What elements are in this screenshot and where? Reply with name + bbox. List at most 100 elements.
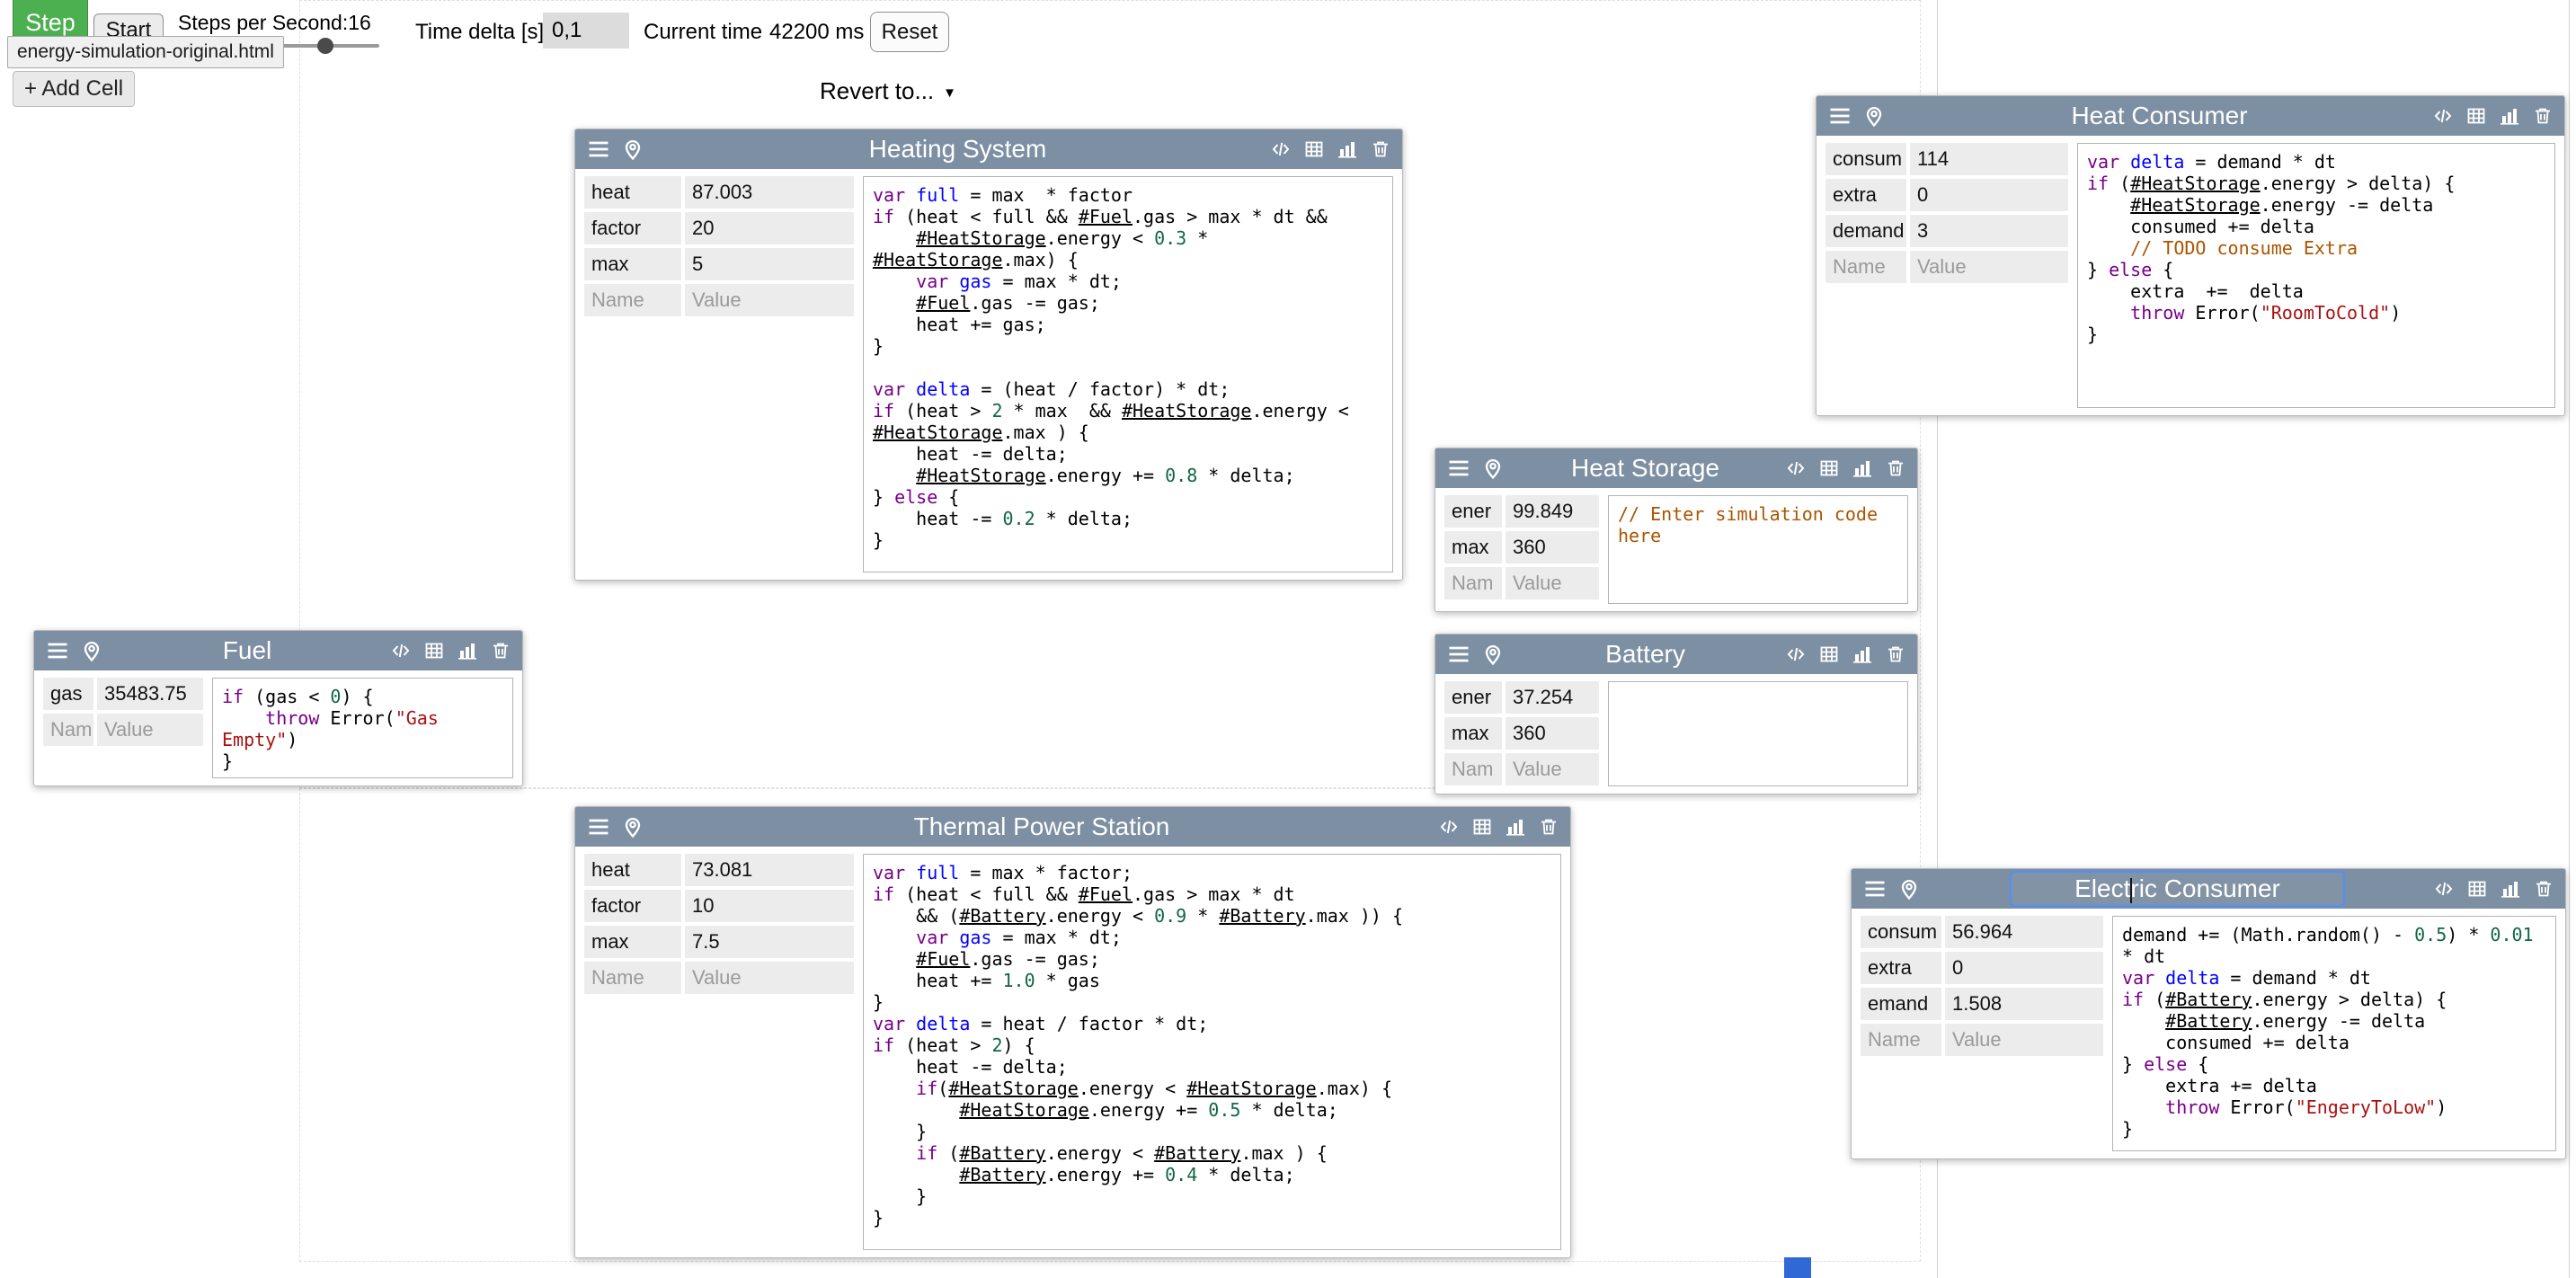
menu-icon[interactable] [1446, 456, 1471, 481]
property-name-input[interactable]: demand [1825, 215, 1906, 247]
table-icon[interactable] [1818, 643, 1840, 665]
table-icon[interactable] [1818, 457, 1840, 479]
property-name-input[interactable]: Name [584, 962, 681, 994]
property-name-input[interactable]: extra [1861, 952, 1941, 984]
property-name-input[interactable]: factor [584, 890, 681, 922]
property-value-input[interactable]: Value [1506, 753, 1599, 785]
table-icon[interactable] [423, 640, 445, 661]
property-value-input[interactable]: 10 [685, 890, 854, 922]
property-name-input[interactable]: Name [1861, 1024, 1941, 1056]
card-title[interactable]: Battery [1515, 636, 1776, 672]
code-icon[interactable] [1785, 457, 1807, 479]
property-value-input[interactable]: 87.003 [685, 176, 854, 209]
property-name-input[interactable]: extra [1825, 179, 1906, 211]
code-editor[interactable]: var delta = demand * dtif (#HeatStorage.… [2077, 143, 2555, 408]
property-value-input[interactable]: Value [685, 962, 854, 994]
card-header[interactable]: Thermal Power Station [575, 807, 1570, 847]
card-header[interactable]: Heat Consumer [1817, 96, 2564, 136]
property-value-input[interactable]: Value [97, 714, 203, 746]
property-name-input[interactable]: factor [584, 212, 681, 244]
property-value-input[interactable]: 360 [1506, 531, 1599, 564]
property-value-input[interactable]: 7.5 [685, 926, 854, 958]
card-title[interactable]: Heat Consumer [1896, 98, 2423, 134]
property-value-input[interactable]: 3 [1910, 215, 2068, 247]
pin-icon[interactable] [1861, 103, 1887, 129]
card-title[interactable]: Electric Consumer [1931, 871, 2424, 907]
code-editor[interactable] [1608, 681, 1908, 786]
code-icon[interactable] [390, 640, 412, 661]
property-name-input[interactable]: max [1444, 717, 1502, 750]
table-icon[interactable] [1471, 816, 1493, 838]
property-value-input[interactable]: Value [1910, 251, 2068, 283]
pin-icon[interactable] [1896, 876, 1922, 901]
property-name-input[interactable]: max [584, 248, 681, 280]
property-value-input[interactable]: 35483.75 [97, 678, 203, 710]
card-title[interactable]: Heat Storage [1515, 450, 1776, 486]
menu-icon[interactable] [1446, 642, 1471, 667]
property-name-input[interactable]: emand [1861, 988, 1941, 1020]
code-editor[interactable]: var full = max * factor;if (heat < full … [863, 854, 1561, 1250]
property-name-input[interactable]: ener [1444, 681, 1502, 714]
code-editor[interactable]: var full = max * factorif (heat < full &… [863, 176, 1393, 572]
add-cell-button[interactable]: + Add Cell [13, 71, 135, 107]
code-editor[interactable]: demand += (Math.random() - 0.5) * 0.01* … [2112, 916, 2556, 1151]
card-header[interactable]: Heating System [575, 129, 1402, 169]
revert-dropdown[interactable]: Revert to... ▼ [820, 77, 956, 105]
property-value-input[interactable]: 56.964 [1945, 916, 2103, 948]
property-name-input[interactable]: ener [1444, 495, 1502, 528]
table-icon[interactable] [2466, 878, 2488, 900]
property-value-input[interactable]: 0 [1945, 952, 2103, 984]
chart-icon[interactable] [1505, 816, 1526, 838]
chart-icon[interactable] [2500, 878, 2521, 900]
property-value-input[interactable]: Value [1945, 1024, 2103, 1056]
trash-icon[interactable] [1885, 643, 1906, 665]
property-name-input[interactable]: max [584, 926, 681, 958]
code-editor[interactable]: if (gas < 0) { throw Error("GasEmpty")} [212, 678, 513, 778]
menu-icon[interactable] [1827, 103, 1852, 129]
code-icon[interactable] [1270, 138, 1292, 160]
property-value-input[interactable]: 1.508 [1945, 988, 2103, 1020]
reset-button[interactable]: Reset [870, 12, 949, 52]
code-icon[interactable] [1785, 643, 1807, 665]
trash-icon[interactable] [1370, 138, 1391, 160]
pin-icon[interactable] [1480, 642, 1506, 667]
chart-icon[interactable] [457, 640, 478, 661]
property-value-input[interactable]: 0 [1910, 179, 2068, 211]
pin-icon[interactable] [79, 638, 104, 663]
property-value-input[interactable]: 37.254 [1506, 681, 1599, 714]
trash-icon[interactable] [2533, 878, 2554, 900]
property-name-input[interactable]: heat [584, 176, 681, 209]
card-header[interactable]: Battery [1435, 635, 1917, 674]
property-value-input[interactable]: 360 [1506, 717, 1599, 750]
code-icon[interactable] [2433, 878, 2455, 900]
property-value-input[interactable]: 99.849 [1506, 495, 1599, 528]
card-title[interactable]: Fuel [113, 633, 381, 669]
trash-icon[interactable] [1885, 457, 1906, 479]
property-name-input[interactable]: Nam [1444, 753, 1502, 785]
menu-icon[interactable] [45, 638, 70, 663]
card-header[interactable]: Heat Storage [1435, 448, 1917, 488]
chart-icon[interactable] [2499, 105, 2520, 127]
card-title[interactable]: Thermal Power Station [654, 809, 1429, 845]
property-value-input[interactable]: Value [1506, 567, 1599, 599]
menu-icon[interactable] [1862, 876, 1888, 901]
table-icon[interactable] [2465, 105, 2487, 127]
property-value-input[interactable]: Value [685, 284, 854, 316]
property-value-input[interactable]: 73.081 [685, 854, 854, 886]
property-name-input[interactable]: consum [1825, 143, 1906, 175]
property-value-input[interactable]: 5 [685, 248, 854, 280]
code-editor[interactable]: // Enter simulation codehere [1608, 495, 1908, 604]
property-name-input[interactable]: Nam [1444, 567, 1502, 599]
property-name-input[interactable]: Name [584, 284, 681, 316]
card-header[interactable]: Fuel [34, 631, 522, 670]
code-icon[interactable] [2432, 105, 2454, 127]
property-name-input[interactable]: Name [1825, 251, 1906, 283]
code-icon[interactable] [1438, 816, 1460, 838]
menu-icon[interactable] [586, 137, 611, 162]
pin-icon[interactable] [620, 137, 645, 162]
pin-icon[interactable] [1480, 456, 1506, 481]
card-header[interactable]: Electric Consumer [1852, 869, 2565, 909]
time-delta-input[interactable]: 0,1 [543, 13, 629, 49]
pin-icon[interactable] [620, 814, 645, 839]
chart-icon[interactable] [1852, 643, 1873, 665]
